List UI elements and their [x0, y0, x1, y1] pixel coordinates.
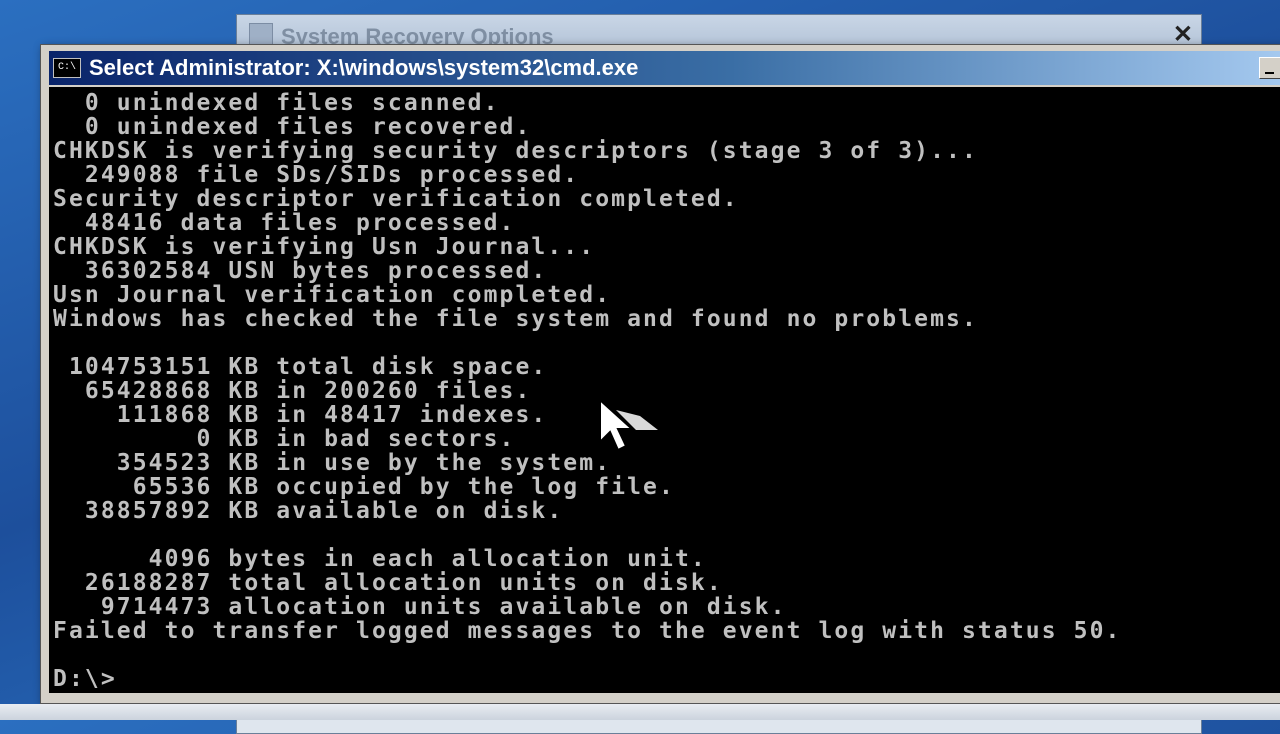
console-line: 0 KB in bad sectors.: [53, 426, 516, 452]
console-line: Failed to transfer logged messages to th…: [53, 618, 1122, 644]
console-line: 9714473 allocation units available on di…: [53, 594, 787, 620]
mouse-cursor-icon: [599, 397, 658, 452]
console-line: 0 unindexed files recovered.: [53, 114, 532, 140]
console-line: 38857892 KB available on disk.: [53, 498, 564, 524]
cmd-window[interactable]: C:\ Select Administrator: X:\windows\sys…: [40, 44, 1280, 704]
console-line: 65428868 KB in 200260 files.: [53, 378, 532, 404]
console-output: 0 unindexed files scanned. 0 unindexed f…: [49, 87, 1280, 691]
console-area[interactable]: 0 unindexed files scanned. 0 unindexed f…: [49, 87, 1280, 693]
cmd-icon[interactable]: C:\: [53, 58, 81, 78]
console-line: 65536 KB occupied by the log file.: [53, 474, 675, 500]
minimize-button[interactable]: [1259, 57, 1280, 79]
console-line: 4096 bytes in each allocation unit.: [53, 546, 707, 572]
console-line: 48416 data files processed.: [53, 210, 516, 236]
console-line: 0 unindexed files scanned.: [53, 90, 500, 116]
console-line: Usn Journal verification completed.: [53, 282, 612, 308]
command-prompt[interactable]: D:\>: [53, 667, 1280, 691]
taskbar-strip: [0, 704, 1280, 720]
console-line: 354523 KB in use by the system.: [53, 450, 612, 476]
console-line: 104753151 KB total disk space.: [53, 354, 548, 380]
console-line: CHKDSK is verifying security descriptors…: [53, 138, 978, 164]
console-line: 36302584 USN bytes processed.: [53, 258, 548, 284]
console-line: 249088 file SDs/SIDs processed.: [53, 162, 580, 188]
console-line: Windows has checked the file system and …: [53, 306, 978, 332]
cmd-window-title: Select Administrator: X:\windows\system3…: [89, 55, 639, 80]
console-line: 111868 KB in 48417 indexes.: [53, 402, 548, 428]
cmd-titlebar[interactable]: C:\ Select Administrator: X:\windows\sys…: [49, 51, 1280, 85]
console-line: 26188287 total allocation units on disk.: [53, 570, 723, 596]
console-line: Security descriptor verification complet…: [53, 186, 739, 212]
console-line: CHKDSK is verifying Usn Journal...: [53, 234, 596, 260]
